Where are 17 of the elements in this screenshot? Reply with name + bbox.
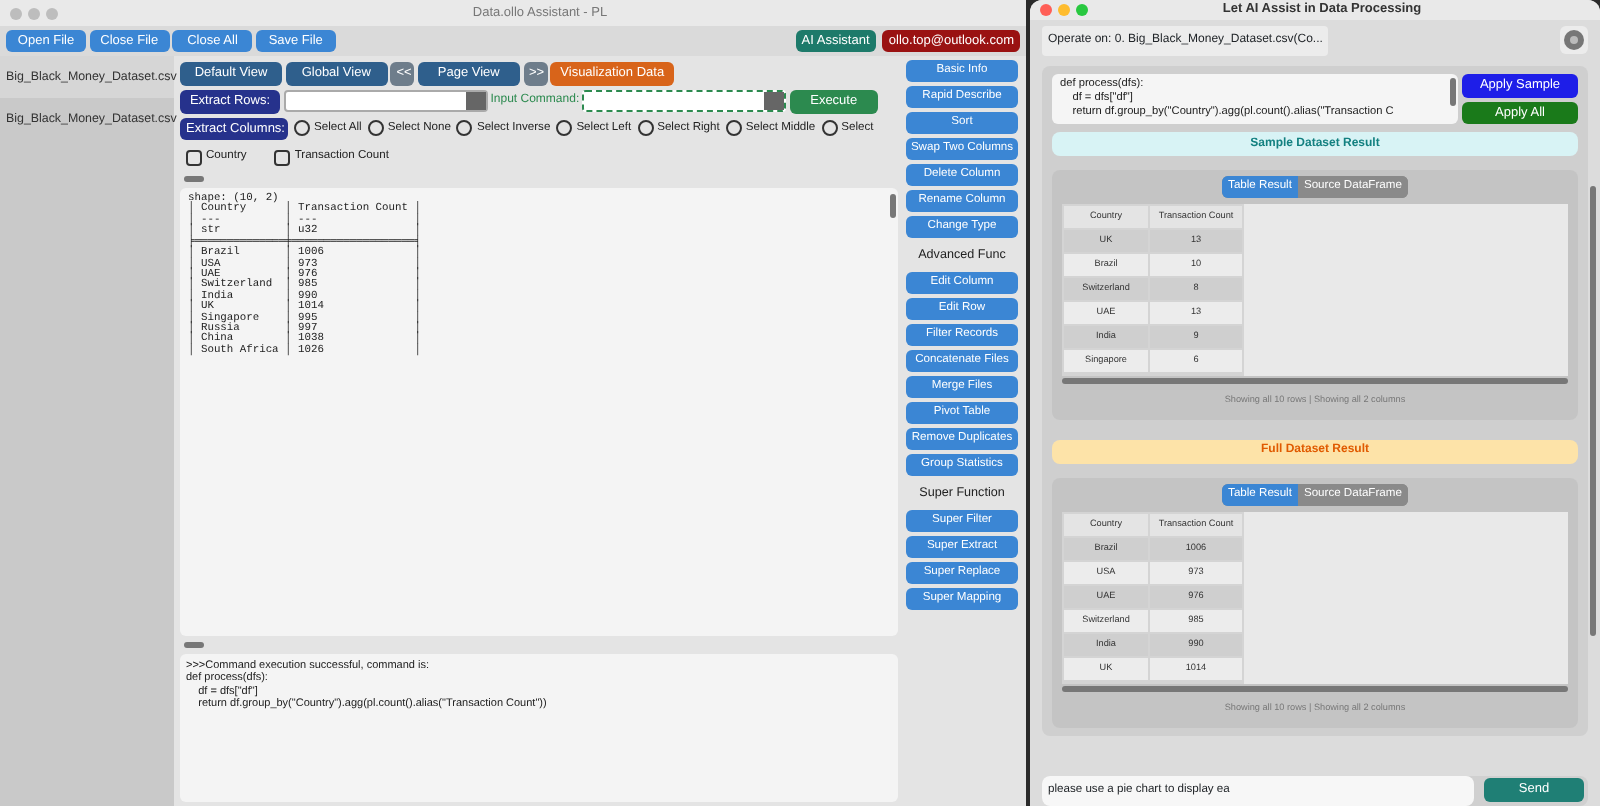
settings-button[interactable] [1560,26,1588,55]
scrollbar-thumb[interactable] [1590,185,1596,636]
window-minimize-button[interactable] [1058,3,1070,16]
scrollbar-thumb[interactable] [184,176,204,183]
scrollbar-thumb[interactable] [1062,378,1568,385]
rows-dropdown[interactable] [283,90,488,113]
window-zoom-button[interactable] [46,7,58,19]
scrollbar-thumb[interactable] [890,194,896,219]
command-dropdown[interactable] [582,90,787,113]
window-zoom-button[interactable] [1076,3,1088,16]
window-close-button[interactable] [1040,3,1052,16]
scrollbar-thumb[interactable] [184,642,204,649]
window-close-button[interactable] [10,7,22,19]
scrollbar-thumb[interactable] [1062,685,1568,692]
scrollbar-thumb[interactable] [1450,77,1457,106]
gear-icon [1564,30,1584,51]
window-minimize-button[interactable] [28,7,40,19]
